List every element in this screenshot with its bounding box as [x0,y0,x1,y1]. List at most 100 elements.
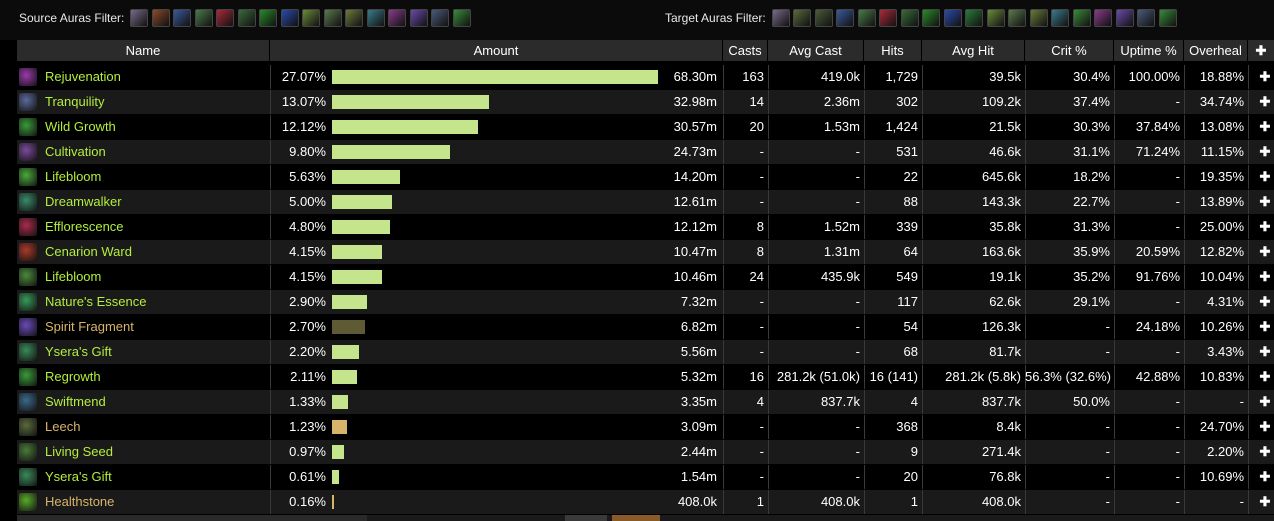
expand-row-icon[interactable]: ✚ [1256,390,1274,414]
green-spirit-aura-icon[interactable] [922,9,941,27]
table-row[interactable]: Nature's Essence 2.90% 7.32m - - 117 62.6k 29.1… [17,290,1274,314]
grass-aura-icon[interactable] [965,9,984,27]
spell-name-link[interactable]: Tranquility [45,90,104,114]
expand-row-icon[interactable]: ✚ [1256,65,1274,89]
spell-name-link[interactable]: Lifebloom [45,265,101,289]
table-row[interactable]: Ysera's Gift 0.61% 1.54m - - 20 76.8k - - 10.69% ✚ [17,465,1274,489]
crystal-aura-icon[interactable] [366,9,385,27]
lunar-aura-icon[interactable] [130,9,149,27]
spell-name-link[interactable]: Cenarion Ward [45,240,132,264]
blue-orb-aura-icon[interactable] [836,9,855,27]
table-row[interactable]: Efflorescence 4.80% 12.12m 8 1.52m 339 35.8k 31… [17,215,1274,239]
mushroom-aura-icon[interactable] [302,9,321,27]
lightning-aura-icon[interactable] [280,9,299,27]
column-header-amount[interactable]: Amount [270,40,723,61]
table-row[interactable]: Leech 1.23% 3.09m - - 368 8.4k - - 24.70% ✚ [17,415,1274,439]
expand-row-icon[interactable]: ✚ [1256,315,1274,339]
scrollbar-thumb[interactable] [612,515,660,521]
sun-aura-icon[interactable] [1029,9,1048,27]
table-row[interactable]: Spirit Fragment 2.70% 6.82m - - 54 126.3k - 24.1… [17,315,1274,339]
expand-row-icon[interactable]: ✚ [1256,190,1274,214]
table-row[interactable]: Rejuvenation 27.07% 68.30m 163 419.0k 1,729 39… [17,65,1274,89]
table-row[interactable]: Lifebloom 5.63% 14.20m - - 22 645.6k 18.2% - 19.3… [17,165,1274,189]
purple-flower-aura-icon[interactable] [388,9,407,27]
table-row[interactable]: Regrowth 2.11% 5.32m 16 281.2k (51.0k) 16 (14… [17,365,1274,389]
column-header-uptime[interactable]: Uptime % [1114,40,1184,61]
column-header-hits[interactable]: Hits [864,40,922,61]
wild-growth-aura-icon[interactable] [1158,9,1177,27]
expand-row-icon[interactable]: ✚ [1256,490,1274,514]
spell-name-link[interactable]: Dreamwalker [45,190,122,214]
red-flower-aura-icon[interactable] [216,9,235,27]
mushroom-aura-icon[interactable] [986,9,1005,27]
spell-name-link[interactable]: Wild Growth [45,115,116,139]
swirl-aura-icon[interactable] [1008,9,1027,27]
expand-row-icon[interactable]: ✚ [1256,415,1274,439]
column-header-avg-cast[interactable]: Avg Cast [768,40,864,61]
swirl-aura-icon[interactable] [323,9,342,27]
violet-orb-aura-icon[interactable] [409,9,428,27]
table-row[interactable]: Lifebloom 4.15% 10.46m 24 435.9k 549 19.1k 35.2… [17,265,1274,289]
expand-row-icon[interactable]: ✚ [1256,440,1274,464]
green-pink-aura-icon[interactable] [194,9,213,27]
green-spirit-aura-icon[interactable] [259,9,278,27]
expand-row-icon[interactable]: ✚ [1256,115,1274,139]
totem-aura-icon[interactable] [814,9,833,27]
expand-row-icon[interactable]: ✚ [1256,265,1274,289]
horizontal-scrollbar[interactable] [17,515,1274,521]
treant-aura-icon[interactable] [793,9,812,27]
add-column-icon[interactable]: ✚ [1248,40,1274,61]
wild-growth-aura-icon[interactable] [452,9,471,27]
leaf-aura-icon[interactable] [900,9,919,27]
expand-row-icon[interactable]: ✚ [1256,365,1274,389]
bear-aura-icon[interactable] [151,9,170,27]
column-header-crit[interactable]: Crit % [1025,40,1114,61]
table-row[interactable]: Wild Growth 12.12% 30.57m 20 1.53m 1,424 21.5k… [17,115,1274,139]
table-row[interactable]: Cultivation 9.80% 24.73m - - 531 46.6k 31.1% 71.… [17,140,1274,164]
spell-name-link[interactable]: Ysera's Gift [45,340,112,364]
table-row[interactable]: Cenarion Ward 4.15% 10.47m 8 1.31m 64 163.6k 35… [17,240,1274,264]
expand-row-icon[interactable]: ✚ [1256,215,1274,239]
lunar-aura-icon[interactable] [771,9,790,27]
crystal-aura-icon[interactable] [1051,9,1070,27]
table-row[interactable]: Healthstone 0.16% 408.0k 1 408.0k 1 408.0k - - - ✚ [17,490,1274,514]
cloud-aura-icon[interactable] [431,9,450,27]
purple-flower-aura-icon[interactable] [1094,9,1113,27]
cloud-aura-icon[interactable] [1137,9,1156,27]
vine-aura-icon[interactable] [1072,9,1091,27]
expand-row-icon[interactable]: ✚ [1256,290,1274,314]
red-flower-aura-icon[interactable] [879,9,898,27]
spell-name-link[interactable]: Living Seed [45,440,113,464]
blue-orb-aura-icon[interactable] [173,9,192,27]
violet-orb-aura-icon[interactable] [1115,9,1134,27]
expand-row-icon[interactable]: ✚ [1256,140,1274,164]
expand-row-icon[interactable]: ✚ [1256,165,1274,189]
column-header-avg-hit[interactable]: Avg Hit [922,40,1025,61]
table-row[interactable]: Dreamwalker 5.00% 12.61m - - 88 143.3k 22.7% - 13… [17,190,1274,214]
column-header-overheal[interactable]: Overheal [1184,40,1248,61]
table-row[interactable]: Swiftmend 1.33% 3.35m 4 837.7k 4 837.7k 50.0% - -… [17,390,1274,414]
spell-name-link[interactable]: Rejuvenation [45,65,121,89]
table-row[interactable]: Tranquility 13.07% 32.98m 14 2.36m 302 109.2k 3… [17,90,1274,114]
spell-name-link[interactable]: Nature's Essence [45,290,146,314]
spell-name-link[interactable]: Lifebloom [45,165,101,189]
table-row[interactable]: Living Seed 0.97% 2.44m - - 9 271.4k - - 2.20% ✚ [17,440,1274,464]
expand-row-icon[interactable]: ✚ [1256,240,1274,264]
column-header-casts[interactable]: Casts [723,40,768,61]
spell-name-link[interactable]: Leech [45,415,80,439]
spell-name-link[interactable]: Ysera's Gift [45,465,112,489]
spell-name-link[interactable]: Cultivation [45,140,106,164]
expand-row-icon[interactable]: ✚ [1256,90,1274,114]
spell-name-link[interactable]: Efflorescence [45,215,124,239]
green-pink-aura-icon[interactable] [857,9,876,27]
expand-row-icon[interactable]: ✚ [1256,465,1274,489]
spell-name-link[interactable]: Healthstone [45,490,114,514]
spell-name-link[interactable]: Regrowth [45,365,101,389]
spell-name-link[interactable]: Swiftmend [45,390,106,414]
spell-name-link[interactable]: Spirit Fragment [45,315,134,339]
column-header-name[interactable]: Name [17,40,270,61]
table-row[interactable]: Ysera's Gift 2.20% 5.56m - - 68 81.7k - - 3.43% ✚ [17,340,1274,364]
leaf-aura-icon[interactable] [237,9,256,27]
sun-aura-icon[interactable] [345,9,364,27]
expand-row-icon[interactable]: ✚ [1256,340,1274,364]
